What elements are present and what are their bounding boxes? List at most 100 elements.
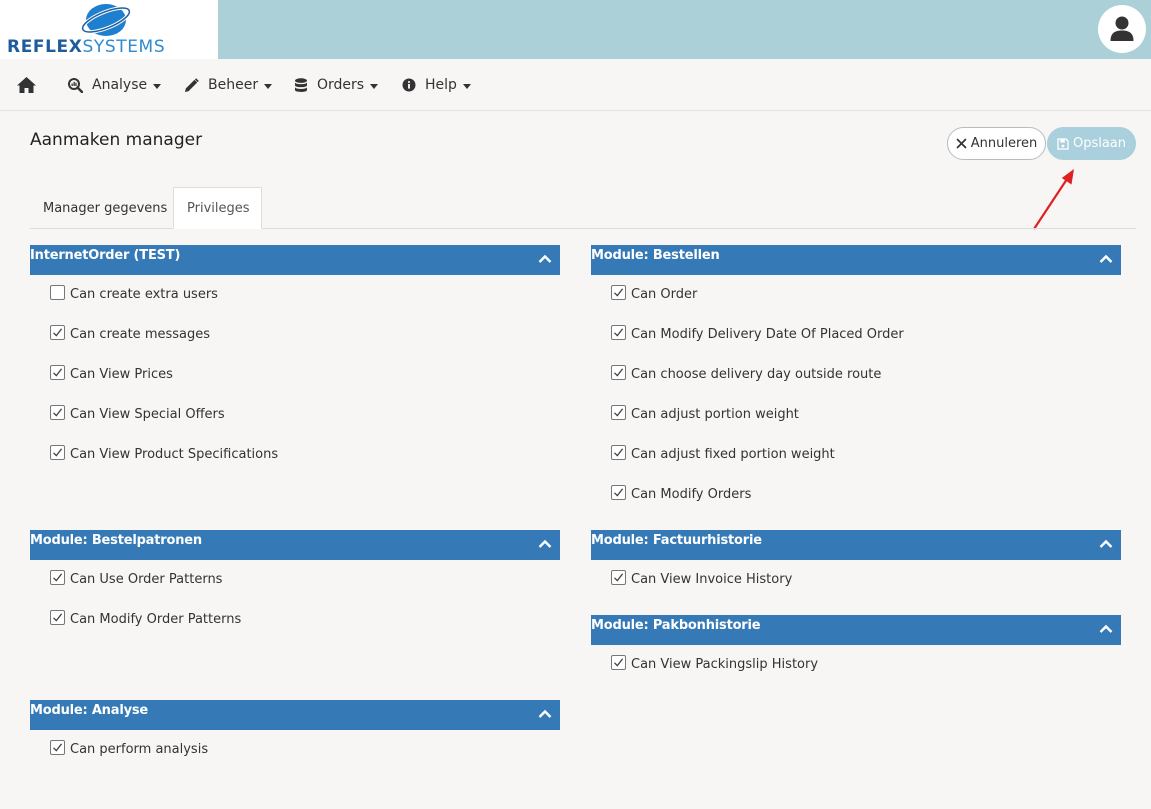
- chevron-up-icon: [1099, 624, 1113, 633]
- section-title: Module: Factuurhistorie: [591, 533, 762, 548]
- checkbox[interactable]: [50, 445, 65, 460]
- nav-orders[interactable]: Orders: [294, 59, 379, 111]
- checkbox-label[interactable]: Can View Invoice History: [631, 572, 792, 587]
- checkbox-label[interactable]: Can create messages: [70, 327, 210, 342]
- checkbox-label[interactable]: Can Modify Delivery Date Of Placed Order: [631, 327, 904, 342]
- list-item: Can Modify Delivery Date Of Placed Order: [591, 315, 1121, 355]
- close-icon: [956, 138, 967, 149]
- checkbox[interactable]: [50, 740, 65, 755]
- user-avatar[interactable]: [1098, 5, 1146, 53]
- section-factuurhistorie: Module: Factuurhistorie Can View Invoice…: [591, 530, 1121, 600]
- section-title: Module: Analyse: [30, 703, 148, 718]
- save-button-label: Opslaan: [1072, 136, 1127, 151]
- checkbox[interactable]: [50, 285, 65, 300]
- checkmark-icon: [614, 573, 624, 582]
- checkbox-label[interactable]: Can View Prices: [70, 367, 173, 382]
- search-chart-icon: [68, 77, 83, 93]
- section-title: Module: Pakbonhistorie: [591, 618, 761, 633]
- checkbox[interactable]: [611, 405, 626, 420]
- checkmark-icon: [53, 408, 63, 417]
- list-item: Can choose delivery day outside route: [591, 355, 1121, 395]
- list-item: Can adjust fixed portion weight: [591, 435, 1121, 475]
- checkbox[interactable]: [50, 405, 65, 420]
- section-header[interactable]: InternetOrder (TEST): [30, 245, 560, 275]
- checkbox-label[interactable]: Can Use Order Patterns: [70, 572, 222, 587]
- checkmark-icon: [614, 448, 624, 457]
- chevron-up-icon: [538, 539, 552, 548]
- tab-manager-gegevens[interactable]: Manager gegevens: [30, 187, 180, 229]
- checkbox[interactable]: [50, 325, 65, 340]
- main-nav: Analyse Beheer Orders Help: [0, 59, 1151, 111]
- brand-part-2: SYSTEMS: [82, 37, 166, 57]
- nav-home[interactable]: [16, 59, 46, 111]
- caret-down-icon: [153, 83, 162, 89]
- checkbox-label[interactable]: Can Modify Order Patterns: [70, 612, 241, 627]
- checkmark-icon: [53, 368, 63, 377]
- tab-privileges[interactable]: Privileges: [173, 187, 262, 229]
- home-icon: [17, 77, 36, 93]
- checkbox[interactable]: [50, 610, 65, 625]
- checkbox-label[interactable]: Can View Packingslip History: [631, 657, 818, 672]
- info-icon: [402, 78, 416, 92]
- checkbox[interactable]: [611, 655, 626, 670]
- checkmark-icon: [53, 448, 63, 457]
- section-title: InternetOrder (TEST): [30, 248, 181, 263]
- section-bestellen: Module: Bestellen Can Order Can Modify D…: [591, 245, 1121, 515]
- nav-help[interactable]: Help: [402, 59, 471, 111]
- checkbox[interactable]: [50, 570, 65, 585]
- checkbox-label[interactable]: Can View Special Offers: [70, 407, 225, 422]
- list-item: Can View Product Specifications: [30, 435, 560, 475]
- chevron-up-icon: [1099, 254, 1113, 263]
- list-item: Can View Special Offers: [30, 395, 560, 435]
- checkbox[interactable]: [611, 285, 626, 300]
- chevron-up-icon: [1099, 539, 1113, 548]
- checkbox-label[interactable]: Can adjust portion weight: [631, 407, 799, 422]
- nav-analyse[interactable]: Analyse: [68, 59, 162, 111]
- section-header[interactable]: Module: Factuurhistorie: [591, 530, 1121, 560]
- caret-down-icon: [264, 83, 273, 89]
- checkbox-label[interactable]: Can Modify Orders: [631, 487, 751, 502]
- section-header[interactable]: Module: Bestellen: [591, 245, 1121, 275]
- section-header[interactable]: Module: Analyse: [30, 700, 560, 730]
- logo[interactable]: REFLEXSYSTEMS: [0, 0, 218, 59]
- globe-logo-icon: [80, 4, 132, 36]
- chevron-up-icon: [538, 709, 552, 718]
- user-icon: [1110, 16, 1134, 41]
- checkbox-label[interactable]: Can Order: [631, 287, 697, 302]
- checkbox-label[interactable]: Can adjust fixed portion weight: [631, 447, 835, 462]
- checkmark-icon: [614, 658, 624, 667]
- cancel-button[interactable]: Annuleren: [947, 127, 1046, 160]
- tab-bar: Manager gegevens Privileges: [30, 187, 1136, 229]
- checkbox-label[interactable]: Can View Product Specifications: [70, 447, 278, 462]
- cancel-button-label: Annuleren: [970, 136, 1038, 151]
- list-item: Can Order: [591, 275, 1121, 315]
- top-bar: REFLEXSYSTEMS: [0, 0, 1151, 59]
- nav-beheer[interactable]: Beheer: [184, 59, 273, 111]
- checkbox[interactable]: [611, 570, 626, 585]
- section-title: Module: Bestelpatronen: [30, 533, 202, 548]
- tab-label: Privileges: [187, 200, 250, 216]
- checkbox-label[interactable]: Can choose delivery day outside route: [631, 367, 881, 382]
- checkmark-icon: [53, 328, 63, 337]
- nav-analyse-label: Analyse: [92, 77, 148, 93]
- section-header[interactable]: Module: Bestelpatronen: [30, 530, 560, 560]
- checkbox-label[interactable]: Can perform analysis: [70, 742, 208, 757]
- checkbox[interactable]: [611, 365, 626, 380]
- checkbox[interactable]: [611, 485, 626, 500]
- checkbox-label[interactable]: Can create extra users: [70, 287, 218, 302]
- brand-part-1: REFLEX: [7, 37, 83, 57]
- list-item: Can Use Order Patterns: [30, 560, 560, 600]
- list-item: Can Modify Order Patterns: [30, 600, 560, 640]
- checkmark-icon: [614, 288, 624, 297]
- page-title: Aanmaken manager: [30, 130, 203, 150]
- save-button[interactable]: Opslaan: [1047, 127, 1136, 160]
- list-item: Can View Invoice History: [591, 560, 1121, 600]
- list-item: Can View Packingslip History: [591, 645, 1121, 685]
- checkbox[interactable]: [611, 325, 626, 340]
- list-item: Can create messages: [30, 315, 560, 355]
- floppy-disk-icon: [1057, 137, 1069, 150]
- section-header[interactable]: Module: Pakbonhistorie: [591, 615, 1121, 645]
- tab-label: Manager gegevens: [43, 200, 168, 216]
- checkbox[interactable]: [50, 365, 65, 380]
- checkbox[interactable]: [611, 445, 626, 460]
